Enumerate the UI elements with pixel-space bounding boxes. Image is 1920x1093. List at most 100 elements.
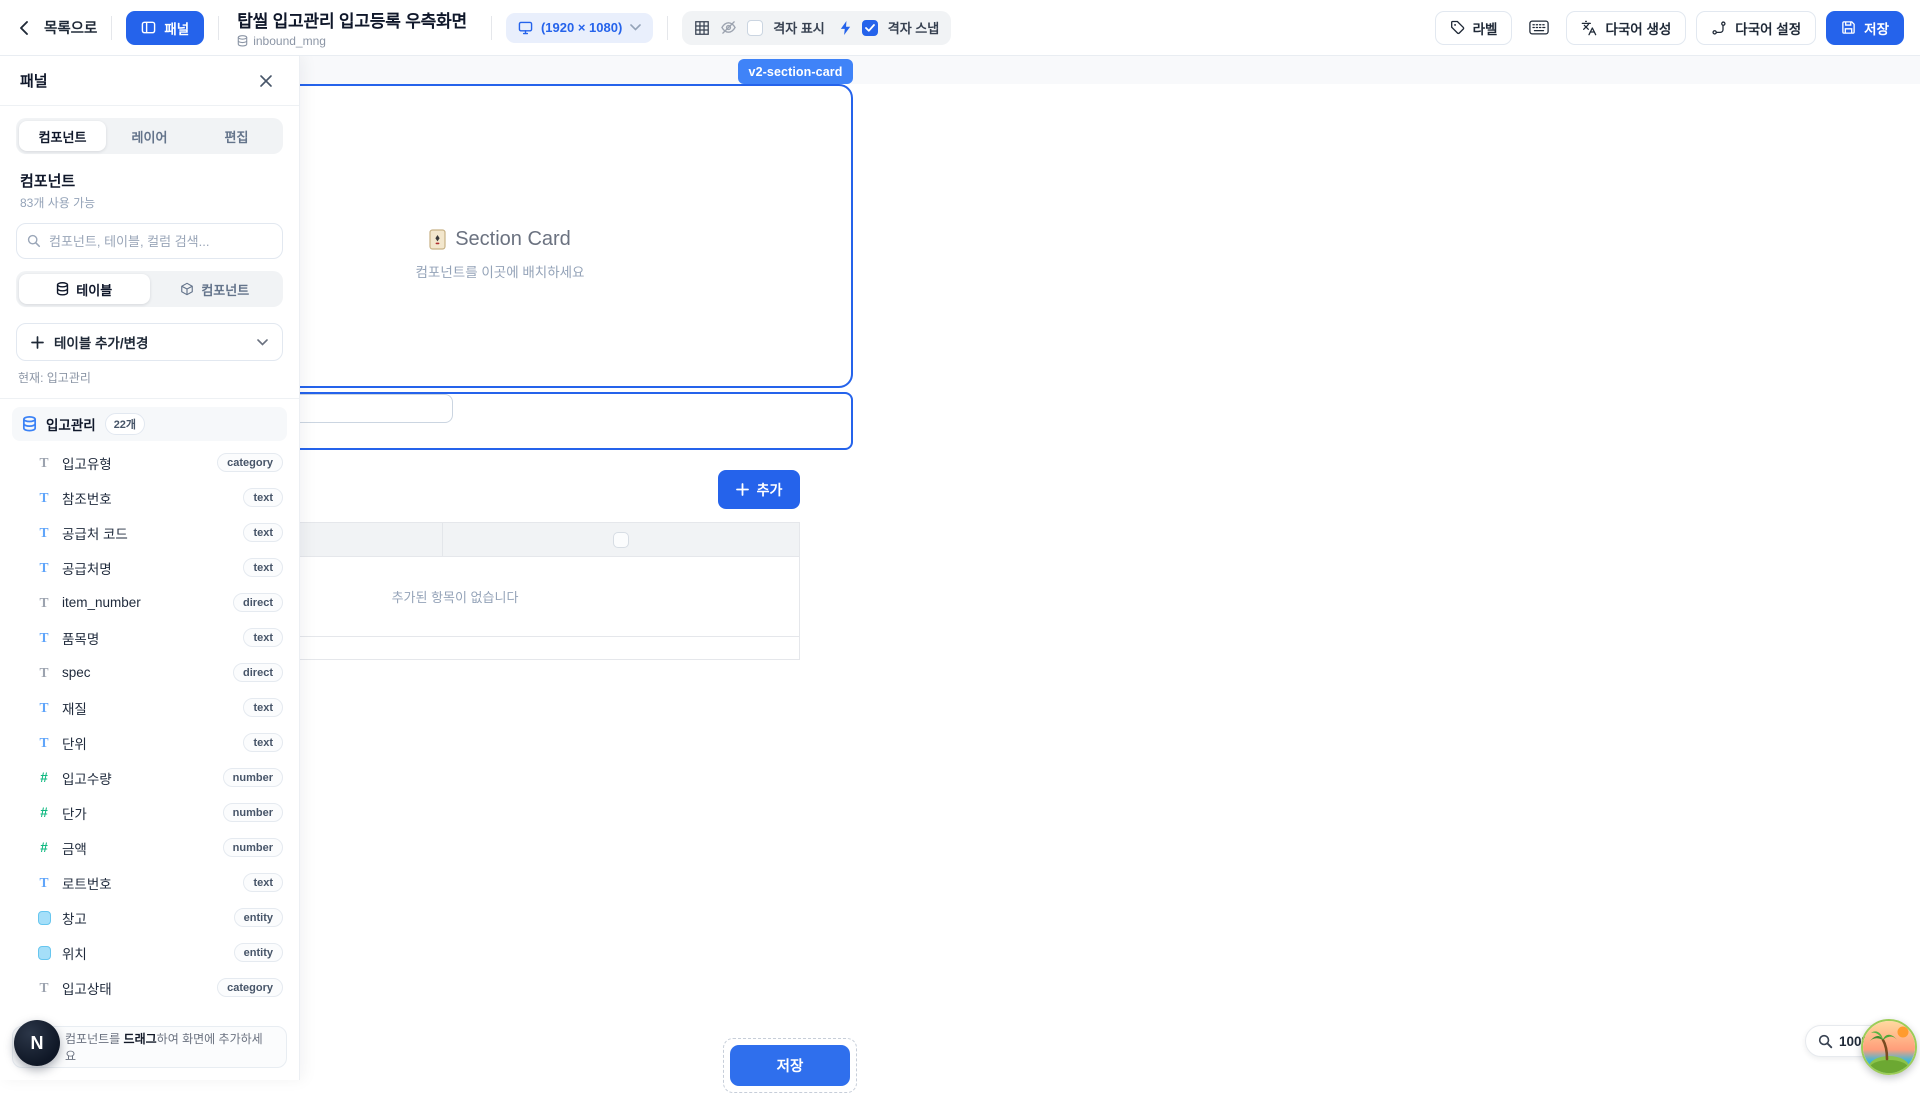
field-type-badge: text (243, 488, 283, 507)
chevron-down-icon (257, 339, 268, 346)
screen-size-dropdown[interactable]: (1920 × 1080) (506, 13, 653, 43)
field-type-badge: text (243, 558, 283, 577)
database-icon (237, 35, 248, 47)
field-type-icon: T (36, 875, 52, 891)
database-icon (22, 416, 37, 432)
eye-off-icon[interactable] (720, 20, 737, 35)
field-list-item[interactable]: T spec direct (0, 655, 299, 690)
grid-snap-label: 격자 스냅 (888, 18, 939, 37)
mode-component-button[interactable]: 컴포넌트 (150, 274, 281, 304)
plus-icon (31, 336, 44, 349)
field-type-icon: T (36, 980, 52, 996)
field-list-item[interactable]: T 품목명 text (0, 620, 299, 655)
current-table-label: 현재: 입고관리 (18, 369, 281, 386)
panel-icon (141, 20, 156, 35)
monitor-icon (518, 21, 533, 35)
field-list-item[interactable]: T 입고상태 category (0, 970, 299, 1005)
package-icon (180, 282, 194, 296)
components-heading: 컴포넌트 (20, 170, 279, 191)
field-type-icon: T (36, 665, 52, 681)
field-type-icon: T (36, 560, 52, 576)
table-group-header[interactable]: 입고관리 22개 (12, 407, 287, 441)
i18n-settings-button[interactable]: 다국어 설정 (1696, 11, 1816, 45)
table-source-name: inbound_mng (253, 34, 326, 48)
field-type-icon: T (36, 490, 52, 506)
field-type-badge: number (223, 803, 283, 822)
magnifier-icon (1818, 1034, 1833, 1049)
add-row-button[interactable]: 추가 (718, 470, 800, 509)
field-type-badge: text (243, 733, 283, 752)
field-type-icon: T (36, 630, 52, 646)
field-type-badge: entity (234, 943, 283, 962)
tab-layers[interactable]: 레이어 (106, 121, 193, 151)
grid-controls: 격자 표시 격자 스냅 (682, 11, 951, 45)
field-list-item[interactable]: # 단가 number (0, 795, 299, 830)
field-list: T 입고유형 category T 참조번호 text T 공급처 코드 tex… (0, 445, 299, 1005)
field-type-icon: T (36, 735, 52, 751)
field-name: 창고 (62, 908, 87, 928)
field-name: 공급처 코드 (62, 523, 128, 543)
chevron-down-icon (630, 24, 641, 31)
label-button[interactable]: 라벨 (1435, 11, 1513, 45)
languages-icon (1581, 20, 1597, 36)
field-list-item[interactable]: T 재질 text (0, 690, 299, 725)
field-list-item[interactable]: 창고 entity (0, 900, 299, 935)
grid-show-checkbox[interactable] (747, 20, 763, 36)
tag-icon (1450, 20, 1465, 35)
field-list-item[interactable]: T 참조번호 text (0, 480, 299, 515)
field-list-item[interactable]: T 단위 text (0, 725, 299, 760)
add-change-table-button[interactable]: 테이블 추가/변경 (16, 323, 283, 361)
grid-icon[interactable] (694, 20, 710, 36)
field-type-badge: text (243, 873, 283, 892)
field-list-item[interactable]: T 입고유형 category (0, 445, 299, 480)
save-icon (1841, 20, 1856, 35)
playing-card-icon (429, 229, 446, 250)
components-panel: 패널 컴포넌트 레이어 편집 컴포넌트 83개 사용 가능 테이블 컴포넌트 (0, 56, 300, 1080)
search-input[interactable] (49, 234, 272, 249)
i18n-generate-button[interactable]: 다국어 생성 (1566, 11, 1686, 45)
grid-snap-checkbox[interactable] (862, 20, 878, 36)
tab-edit[interactable]: 편집 (193, 121, 280, 151)
field-name: 입고수량 (62, 768, 112, 788)
component-search[interactable] (16, 223, 283, 259)
select-all-checkbox[interactable] (613, 532, 629, 548)
field-type-icon: T (36, 455, 52, 471)
divider (491, 16, 492, 40)
section-card-title: Section Card (455, 228, 571, 251)
components-count: 83개 사용 가능 (20, 194, 279, 211)
divider (111, 16, 112, 40)
field-name: 공급처명 (62, 558, 112, 578)
divider (667, 16, 668, 40)
tab-components[interactable]: 컴포넌트 (19, 121, 106, 151)
field-list-item[interactable]: T 공급처명 text (0, 550, 299, 585)
field-list-item[interactable]: T item_number direct (0, 585, 299, 620)
database-icon (56, 282, 69, 296)
field-name: 단위 (62, 733, 87, 753)
route-icon (1711, 20, 1727, 36)
field-type-badge: text (243, 523, 283, 542)
field-name: 위치 (62, 943, 87, 963)
field-list-item[interactable]: 위치 entity (0, 935, 299, 970)
mode-table-button[interactable]: 테이블 (19, 274, 150, 304)
field-type-badge: number (223, 768, 283, 787)
close-icon[interactable] (253, 68, 279, 94)
section-card-title-row: Section Card (429, 228, 571, 251)
source-mode-tabs: 테이블 컴포넌트 (16, 271, 283, 307)
field-list-item[interactable]: T 공급처 코드 text (0, 515, 299, 550)
field-list-item[interactable]: T 로트번호 text (0, 865, 299, 900)
selection-tag: v2-section-card (738, 59, 853, 84)
app-logo-button[interactable]: N (14, 1020, 60, 1066)
field-list-item[interactable]: # 금액 number (0, 830, 299, 865)
island-badge-icon[interactable] (1861, 1019, 1917, 1075)
field-list-item[interactable]: # 입고수량 number (0, 760, 299, 795)
keyboard-shortcuts-button[interactable] (1522, 11, 1556, 45)
section-card-hint: 컴포넌트를 이곳에 배치하세요 (416, 261, 585, 281)
panel-toggle-button[interactable]: 패널 (126, 11, 204, 45)
back-to-list-button[interactable]: 목록으로 (16, 17, 97, 38)
field-type-icon (36, 911, 52, 925)
field-type-icon: # (36, 770, 52, 785)
field-type-badge: text (243, 698, 283, 717)
save-button[interactable]: 저장 (1826, 11, 1904, 45)
field-type-badge: category (217, 978, 283, 997)
field-name: spec (62, 665, 91, 680)
